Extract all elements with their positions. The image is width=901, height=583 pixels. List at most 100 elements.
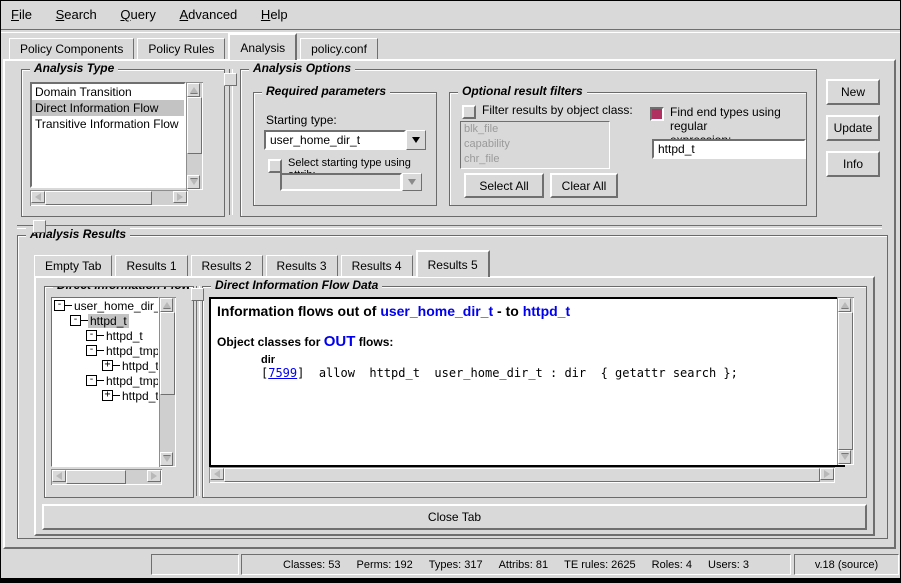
select-all-button[interactable]: Select All (464, 173, 544, 198)
scroll-up-icon[interactable] (838, 298, 851, 312)
tab-results-3[interactable]: Results 3 (266, 255, 338, 276)
flow-data-hscrollbar[interactable] (209, 467, 835, 483)
collapse-icon[interactable]: - (70, 315, 81, 326)
collapse-icon[interactable]: - (86, 330, 97, 341)
scroll-down-icon[interactable] (160, 452, 173, 466)
regex-checkbox[interactable] (650, 107, 664, 121)
flow-data-vscrollbar[interactable] (837, 297, 854, 465)
tree-node-httpd-tmp-t[interactable]: httpd_tmp_t (104, 344, 159, 358)
menu-search[interactable]: Search (46, 1, 107, 22)
tab-policy-rules[interactable]: Policy Rules (137, 38, 225, 59)
flow-tree-hscrollbar[interactable] (51, 469, 162, 485)
flow-tree-title: Direct Information Flow T (53, 286, 189, 292)
scroll-thumb[interactable] (187, 97, 202, 154)
regex-input[interactable] (652, 139, 806, 159)
scroll-right-icon[interactable] (820, 468, 834, 480)
rule-line: [7599] allow httpd_t user_home_dir_t : d… (261, 366, 837, 380)
object-class-checkbox[interactable] (462, 105, 476, 119)
collapse-icon[interactable]: - (54, 300, 65, 311)
scroll-thumb[interactable] (66, 470, 126, 484)
scroll-thumb[interactable] (45, 191, 152, 205)
rule-id-link[interactable]: 7599 (268, 366, 297, 380)
tab-empty-tab[interactable]: Empty Tab (34, 255, 112, 276)
list-item-direct-information-flow[interactable]: Direct Information Flow (32, 100, 184, 116)
required-parameters-title: Required parameters (262, 84, 390, 98)
scroll-up-icon[interactable] (187, 83, 200, 97)
scroll-trough[interactable] (66, 470, 147, 484)
scroll-up-icon[interactable] (160, 298, 173, 312)
tree-node-httpd-t[interactable]: httpd_t (104, 329, 145, 343)
horizontal-sash[interactable] (17, 225, 882, 229)
clear-all-button[interactable]: Clear All (550, 173, 618, 198)
analysis-type-hscrollbar[interactable] (30, 190, 188, 206)
scroll-thumb[interactable] (838, 312, 853, 450)
menu-advanced[interactable]: Advanced (169, 1, 247, 22)
scroll-left-icon[interactable] (52, 470, 66, 482)
attrib-checkbox[interactable] (268, 159, 282, 173)
collapse-icon[interactable]: - (86, 345, 97, 356)
window-bottom-edge (1, 578, 900, 582)
list-item-domain-transition[interactable]: Domain Transition (32, 84, 184, 100)
tab-analysis[interactable]: Analysis (228, 33, 297, 60)
results-vertical-sash[interactable] (196, 286, 200, 496)
stat-perms: Perms: 192 (357, 559, 413, 571)
status-segment-empty (151, 554, 239, 575)
menu-query[interactable]: Query (110, 1, 165, 22)
flow-data-textarea[interactable]: Information flows out of user_home_dir_t… (209, 297, 845, 467)
menu-help[interactable]: Help (251, 1, 298, 22)
menu-file[interactable]: File (1, 1, 42, 22)
object-class-name: dir (261, 354, 837, 366)
tab-policy-conf[interactable]: policy.conf (300, 38, 378, 59)
scroll-trough[interactable] (45, 191, 173, 205)
scroll-down-icon[interactable] (187, 175, 200, 189)
scroll-left-icon[interactable] (31, 191, 45, 203)
flow-tree-vscrollbar[interactable] (159, 297, 176, 467)
results-vertical-sash-handle[interactable] (191, 288, 204, 301)
menu-search-rest: earch (64, 7, 97, 22)
analysis-type-vscrollbar[interactable] (186, 82, 203, 190)
new-button[interactable]: New (826, 79, 880, 105)
scroll-trough[interactable] (187, 97, 202, 175)
analysis-page-panel: Analysis Type Domain Transition Direct I… (3, 59, 896, 549)
info-button[interactable]: Info (826, 151, 880, 177)
update-button[interactable]: Update (826, 115, 880, 141)
flow-data-heading: Information flows out of user_home_dir_t… (217, 303, 837, 319)
tree-node-httpd-t[interactable]: httpd_t (120, 389, 159, 403)
scroll-left-icon[interactable] (210, 468, 224, 480)
collapse-icon[interactable]: - (86, 375, 97, 386)
tab-results-5[interactable]: Results 5 (416, 250, 490, 277)
horizontal-sash-handle[interactable] (33, 220, 46, 233)
stat-types: Types: 317 (429, 559, 483, 571)
scroll-right-icon[interactable] (147, 470, 161, 482)
tab-results-2[interactable]: Results 2 (191, 255, 263, 276)
starting-type-dropdown-button[interactable] (406, 130, 426, 150)
tree-node-httpd-t[interactable]: httpd_t (120, 359, 159, 373)
menu-bar: File Search Query Advanced Help (1, 1, 900, 29)
starting-type-label: Starting type: (266, 113, 337, 127)
tree-node-user-home-dir-t[interactable]: user_home_dir_t (72, 299, 159, 313)
expand-icon[interactable]: + (102, 360, 113, 371)
menu-advanced-key: A (179, 7, 188, 22)
tab-results-1[interactable]: Results 1 (115, 255, 187, 276)
scroll-trough[interactable] (224, 468, 820, 482)
tree-node-httpd-tmpfs-t[interactable]: httpd_tmpfs_ (104, 374, 159, 388)
tree-node-httpd-t-selected[interactable]: httpd_t (88, 314, 129, 328)
menu-query-key: Q (120, 7, 130, 22)
expand-icon[interactable]: + (102, 390, 113, 401)
scroll-thumb[interactable] (224, 468, 820, 482)
vertical-sash-handle[interactable] (224, 73, 237, 86)
starting-type-combobox[interactable]: user_home_dir_t (264, 130, 426, 150)
scroll-trough[interactable] (160, 312, 175, 452)
scroll-thumb[interactable] (160, 312, 175, 395)
list-item-transitive-information-flow[interactable]: Transitive Information Flow (32, 116, 184, 132)
required-parameters-group: Required parameters Starting type: user_… (253, 92, 437, 206)
scroll-down-icon[interactable] (838, 450, 851, 464)
status-version: v.18 (source) (794, 554, 899, 575)
tab-results-4[interactable]: Results 4 (341, 255, 413, 276)
tab-policy-components[interactable]: Policy Components (9, 38, 134, 59)
scroll-trough[interactable] (838, 312, 853, 450)
close-tab-button[interactable]: Close Tab (42, 504, 867, 530)
vertical-sash[interactable] (229, 69, 233, 215)
analysis-options-group: Analysis Options Required parameters Sta… (240, 69, 817, 217)
scroll-right-icon[interactable] (173, 191, 187, 203)
